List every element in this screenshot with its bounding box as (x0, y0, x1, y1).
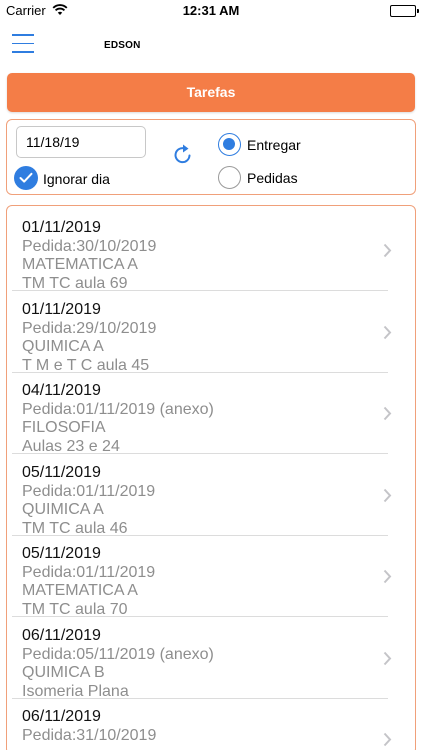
task-date: 01/11/2019 (22, 219, 101, 236)
radio-pedidas-label[interactable]: Pedidas (247, 170, 298, 186)
user-name: EDSON (104, 40, 141, 51)
refresh-icon[interactable] (171, 143, 195, 167)
chevron-right-icon (383, 651, 392, 666)
battery-icon (390, 5, 419, 17)
task-subject: QUIMICA A (22, 501, 104, 518)
task-requested: Pedida:30/10/2019 (22, 238, 157, 255)
task-subject: FILOSOFIA (22, 419, 106, 436)
task-subject: MATEMATICA A (22, 256, 138, 273)
task-requested: Pedida:01/11/2019 (anexo) (22, 401, 214, 418)
chevron-right-icon (383, 569, 392, 584)
task-date: 06/11/2019 (22, 708, 101, 725)
chevron-right-icon (383, 243, 392, 258)
checkmark-icon (19, 172, 33, 183)
radio-pedidas[interactable] (218, 166, 241, 189)
ignore-day-checkbox[interactable] (14, 166, 38, 190)
chevron-right-icon (383, 732, 392, 747)
task-row[interactable]: 05/11/2019 Pedida:01/11/2019 MATEMATICA … (12, 535, 392, 618)
task-requested: Pedida:01/11/2019 (22, 483, 156, 500)
task-requested: Pedida:29/10/2019 (22, 320, 157, 337)
ignore-day-label[interactable]: Ignorar dia (43, 171, 110, 187)
task-row[interactable]: 06/11/2019 Pedida:05/11/2019 (anexo) QUI… (12, 617, 392, 700)
radio-entregar[interactable] (218, 133, 241, 156)
task-row[interactable]: 01/11/2019 Pedida:30/10/2019 MATEMATICA … (12, 209, 392, 292)
chevron-right-icon (383, 488, 392, 503)
task-row[interactable]: 06/11/2019 Pedida:31/10/2019 (12, 698, 392, 750)
filter-panel: Ignorar dia Entregar Pedidas (6, 119, 416, 195)
clock: 12:31 AM (182, 3, 240, 18)
task-row[interactable]: 04/11/2019 Pedida:01/11/2019 (anexo) FIL… (12, 372, 392, 455)
task-date: 05/11/2019 (22, 545, 101, 562)
chevron-right-icon (383, 406, 392, 421)
navigation-bar: EDSON (0, 22, 422, 68)
radio-entregar-label[interactable]: Entregar (247, 137, 301, 153)
task-subject: QUIMICA B (22, 664, 105, 681)
chevron-right-icon (383, 325, 392, 340)
task-requested: Pedida:05/11/2019 (anexo) (22, 646, 214, 663)
task-date: 05/11/2019 (22, 464, 101, 481)
task-subject: MATEMATICA A (22, 582, 138, 599)
date-field[interactable] (16, 126, 146, 158)
task-date: 01/11/2019 (22, 301, 101, 318)
task-requested: Pedida:01/11/2019 (22, 564, 156, 581)
task-requested: Pedida:31/10/2019 (22, 727, 157, 744)
tasks-header: Tarefas (7, 73, 415, 112)
task-date: 04/11/2019 (22, 382, 101, 399)
task-date: 06/11/2019 (22, 627, 101, 644)
task-row[interactable]: 01/11/2019 Pedida:29/10/2019 QUIMICA A T… (12, 291, 392, 374)
task-list: 01/11/2019 Pedida:30/10/2019 MATEMATICA … (6, 205, 416, 750)
menu-icon[interactable] (12, 34, 34, 56)
status-bar: Carrier 12:31 AM (0, 0, 422, 22)
task-subject: QUIMICA A (22, 338, 104, 355)
task-row[interactable]: 05/11/2019 Pedida:01/11/2019 QUIMICA A T… (12, 454, 392, 537)
